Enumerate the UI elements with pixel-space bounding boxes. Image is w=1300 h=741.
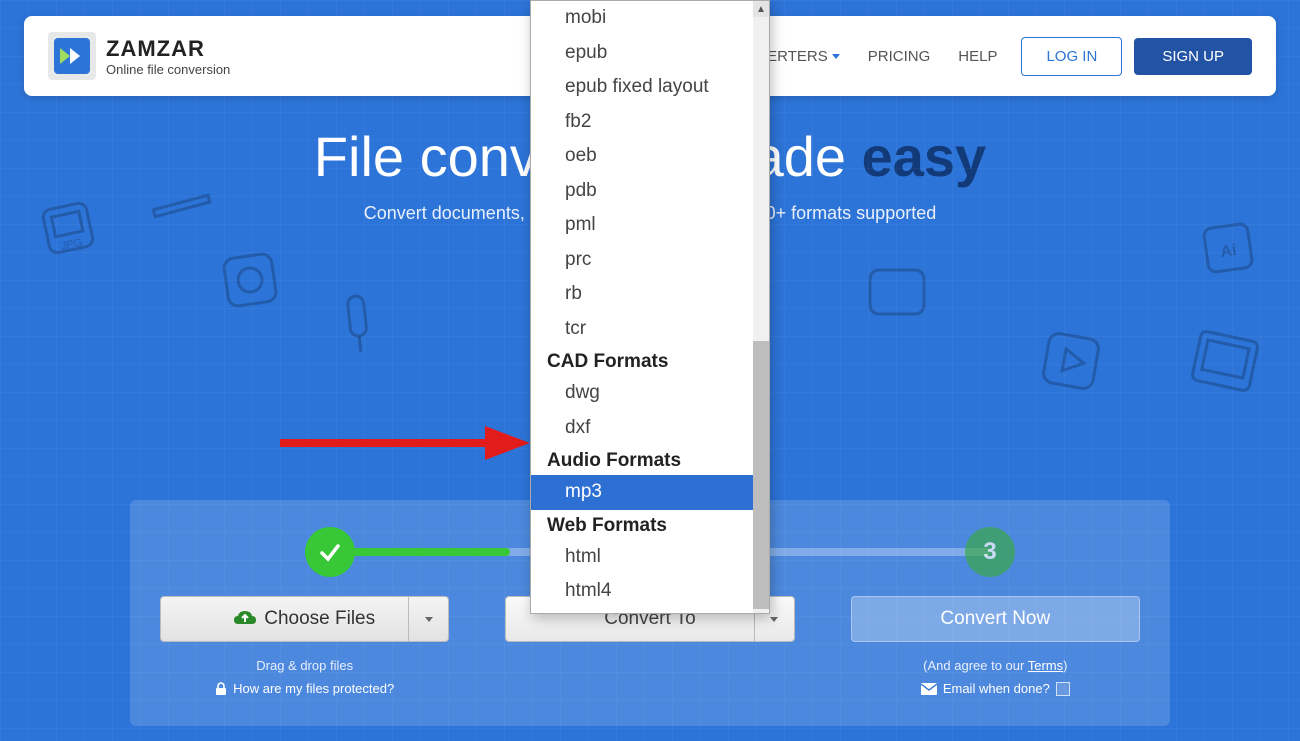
- signup-button[interactable]: SIGN UP: [1134, 38, 1252, 75]
- mail-icon: [921, 683, 937, 695]
- format-group-web: Web Formats: [531, 510, 753, 540]
- choose-files-button[interactable]: Choose Files: [160, 596, 449, 642]
- format-option-dxf[interactable]: dxf: [531, 411, 753, 446]
- logo-mark-icon: [48, 32, 96, 80]
- agree-terms-hint: (And agree to our Terms): [851, 658, 1140, 673]
- step-1-done-icon: [305, 527, 355, 577]
- agree-pre: (And agree to our: [923, 658, 1028, 673]
- convert-now-button[interactable]: Convert Now: [851, 596, 1140, 642]
- format-option-epub[interactable]: epub: [531, 36, 753, 71]
- logo[interactable]: ZAMZAR Online file conversion: [48, 32, 230, 80]
- login-button[interactable]: LOG IN: [1021, 37, 1122, 76]
- format-group-audio: Audio Formats: [531, 445, 753, 475]
- format-option-fb2[interactable]: fb2: [531, 105, 753, 140]
- format-option-tcr[interactable]: tcr: [531, 312, 753, 347]
- step-3-circle: 3: [965, 527, 1015, 577]
- format-option-oeb[interactable]: oeb: [531, 139, 753, 174]
- nav-pricing[interactable]: PRICING: [854, 40, 945, 73]
- convert-now-label: Convert Now: [940, 608, 1050, 630]
- email-when-done-label: Email when done?: [943, 681, 1050, 696]
- nav-help[interactable]: HELP: [944, 40, 1011, 73]
- format-option-prc[interactable]: prc: [531, 243, 753, 278]
- format-option-pdb[interactable]: pdb: [531, 174, 753, 209]
- email-when-done-checkbox[interactable]: [1056, 682, 1070, 696]
- files-protected-link[interactable]: How are my files protected?: [233, 681, 394, 696]
- agree-post: ): [1063, 658, 1067, 673]
- format-option-pml[interactable]: pml: [531, 208, 753, 243]
- format-option-html5[interactable]: html5: [531, 609, 753, 614]
- format-option-html[interactable]: html: [531, 540, 753, 575]
- format-option-rb[interactable]: rb: [531, 277, 753, 312]
- chevron-down-icon: [770, 617, 778, 622]
- drag-drop-hint: Drag & drop files: [160, 658, 449, 673]
- scroll-up-arrow-icon[interactable]: ▲: [753, 1, 769, 17]
- format-option-html4[interactable]: html4: [531, 574, 753, 609]
- brand-tagline: Online file conversion: [106, 62, 230, 77]
- format-option-dwg[interactable]: dwg: [531, 376, 753, 411]
- lock-icon: [215, 682, 227, 696]
- terms-link[interactable]: Terms: [1028, 658, 1063, 673]
- choose-files-label: Choose Files: [264, 608, 375, 630]
- format-option-epub-fixed-layout[interactable]: epub fixed layout: [531, 70, 753, 105]
- dropdown-scrollbar-thumb[interactable]: [753, 341, 769, 609]
- chevron-down-icon: [832, 54, 840, 59]
- step-3-number: 3: [983, 538, 996, 566]
- format-option-mobi[interactable]: mobi: [531, 1, 753, 36]
- format-option-mp3[interactable]: mp3: [531, 475, 753, 510]
- format-group-cad: CAD Formats: [531, 346, 753, 376]
- brand-name: ZAMZAR: [106, 36, 230, 62]
- choose-files-dropdown-toggle[interactable]: [408, 597, 448, 641]
- chevron-down-icon: [425, 617, 433, 622]
- format-dropdown: mobiepubepub fixed layoutfb2oebpdbpmlprc…: [530, 0, 770, 614]
